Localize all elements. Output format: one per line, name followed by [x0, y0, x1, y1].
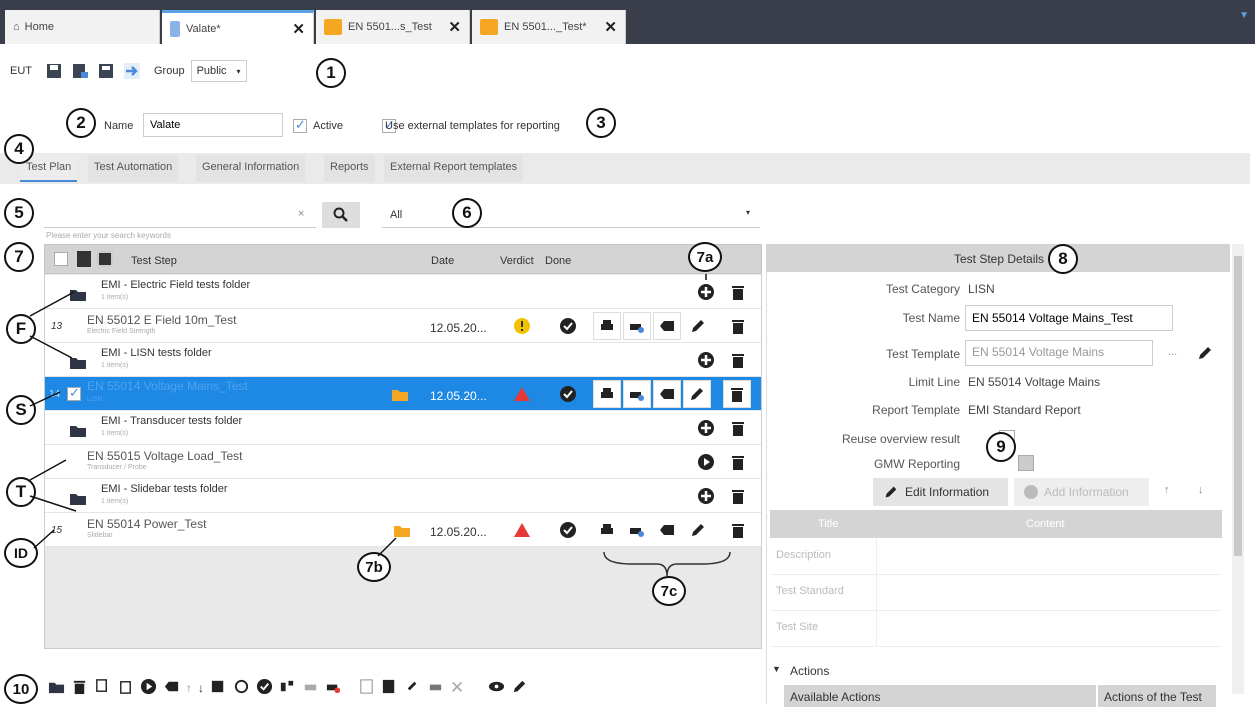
- callout-arrows: [29, 274, 707, 557]
